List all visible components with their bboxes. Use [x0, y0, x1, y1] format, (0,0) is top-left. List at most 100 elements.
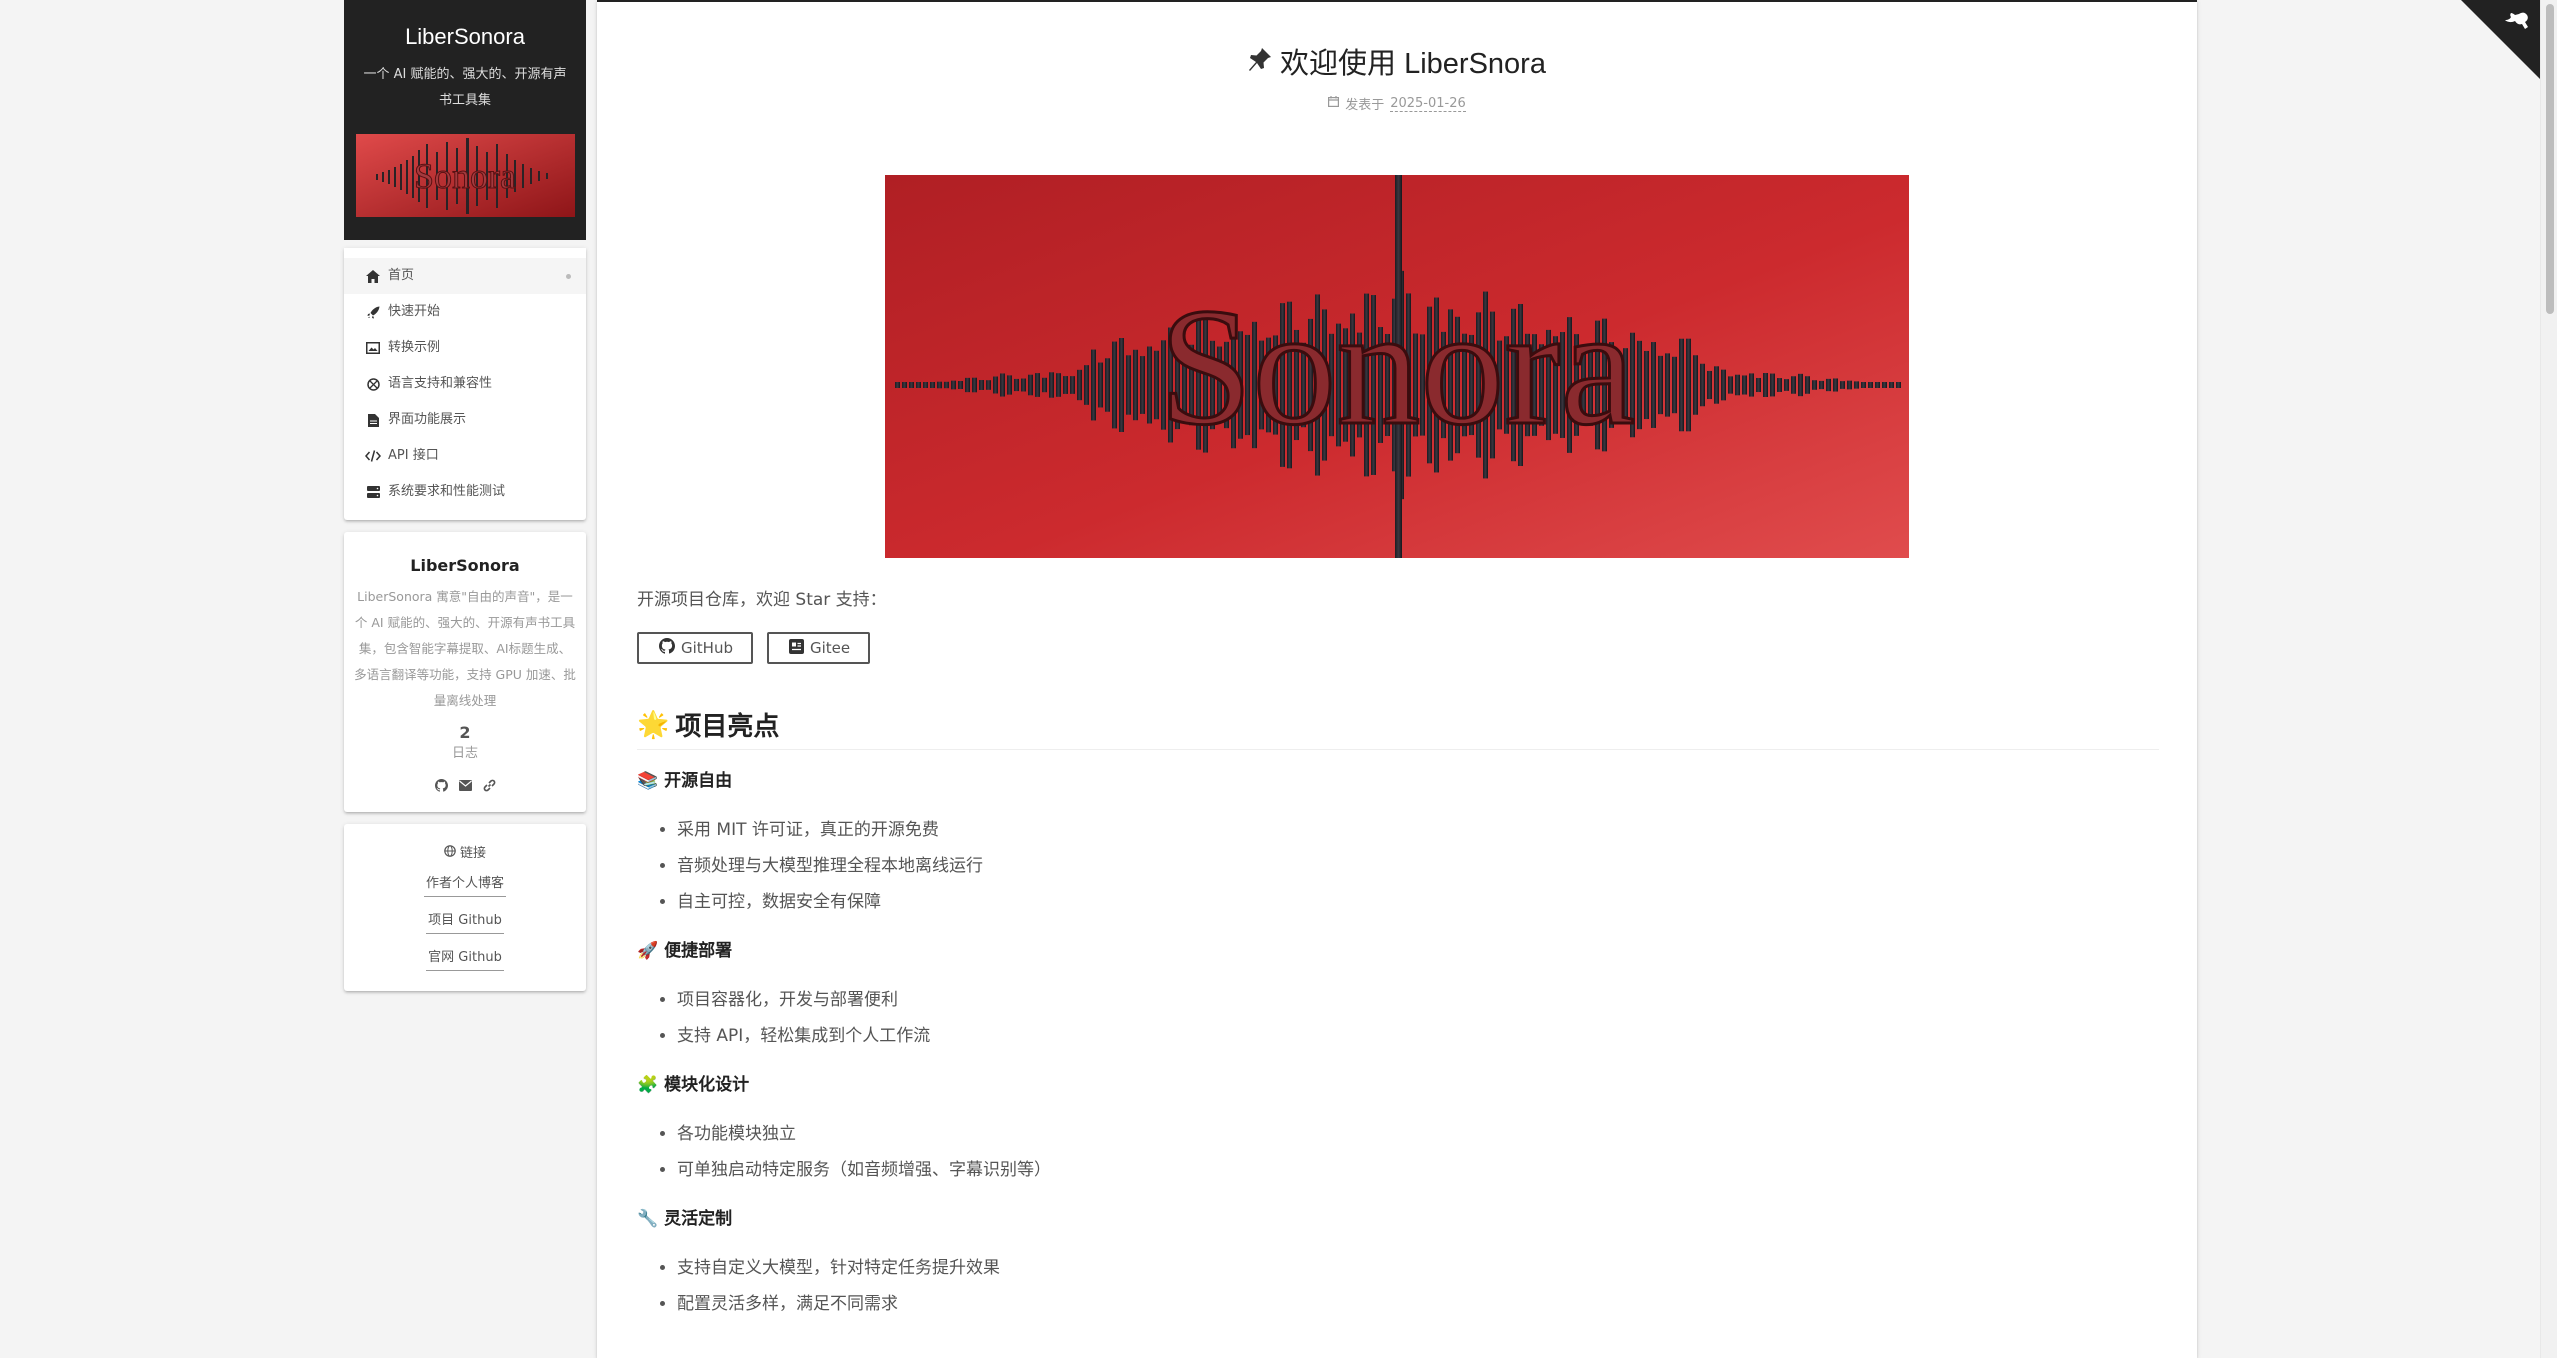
wave-bar: [1028, 374, 1033, 396]
rocket-icon: [364, 305, 382, 319]
wave-bar: [1000, 373, 1005, 397]
site-title[interactable]: LiberSonora: [344, 22, 586, 52]
scrollbar-thumb[interactable]: [2546, 4, 2554, 314]
menu-item-ui-showcase[interactable]: 界面功能展示: [344, 402, 586, 438]
post-body: 开源项目仓库，欢迎 Star 支持： GitHub Gitee 🌟 项目亮点 📚…: [597, 586, 2197, 1322]
wave-bar: [1798, 373, 1803, 397]
main-menu: 首页 快速开始 转换示例 语言支持和兼容性 界面功能展示 API 接口 系统要求…: [344, 248, 586, 520]
wave-bar: [1042, 377, 1047, 393]
post-meta-label: 发表于: [1345, 98, 1385, 113]
wave-bar: [1035, 373, 1040, 397]
menu-item-quick-start[interactable]: 快速开始: [344, 294, 586, 330]
links-title: 链接: [354, 842, 576, 866]
link-project-github[interactable]: 项目 Github: [426, 909, 504, 934]
link-official-github[interactable]: 官网 Github: [426, 946, 504, 971]
globe-icon: [364, 377, 382, 391]
image-icon: [364, 341, 382, 355]
site-brand: LiberSonora 一个 AI 赋能的、强大的、开源有声书工具集 Sonor…: [344, 0, 586, 240]
list-item: 各功能模块独立: [677, 1116, 2159, 1152]
code-icon: [364, 449, 382, 463]
sidebar: LiberSonora 一个 AI 赋能的、强大的、开源有声书工具集 Sonor…: [344, 0, 586, 991]
link-author-blog[interactable]: 作者个人博客: [423, 872, 506, 897]
wave-bar: [1714, 366, 1719, 404]
menu-item-label: 语言支持和兼容性: [388, 376, 493, 391]
menu-item-api[interactable]: API 接口: [344, 438, 586, 474]
gitee-button-label: Gitee: [809, 639, 851, 657]
site-subtitle: 一个 AI 赋能的、强大的、开源有声书工具集: [363, 67, 567, 108]
list-item: 可单独启动特定服务（如音频增强、字幕识别等）: [677, 1152, 2159, 1188]
wave-bar: [1098, 362, 1103, 408]
wave-bar: [1847, 380, 1852, 390]
subsection-heading-text: 灵活定制: [664, 1209, 733, 1229]
wave-bar: [1014, 378, 1019, 392]
wave-bar: [1105, 358, 1110, 412]
gitee-button[interactable]: Gitee: [766, 632, 871, 664]
posts-count[interactable]: 2: [354, 722, 576, 744]
link-icon[interactable]: [482, 778, 496, 792]
globe-icon: [444, 842, 456, 866]
wave-bar: [1784, 379, 1789, 391]
menu-item-languages[interactable]: 语言支持和兼容性: [344, 366, 586, 402]
wave-bar: [958, 381, 963, 389]
list-item: 音频处理与大模型推理全程本地离线运行: [677, 848, 2159, 884]
posts-label[interactable]: 日志: [354, 744, 576, 764]
wave-bar: [1854, 381, 1859, 389]
wave-bar: [1049, 372, 1054, 398]
wave-bar: [1007, 375, 1012, 395]
list-item: 项目容器化，开发与部署便利: [677, 982, 2159, 1018]
wave-bar: [1686, 338, 1691, 432]
list-item: 配置灵活多样，满足不同需求: [677, 1286, 2159, 1322]
wave-bar: [972, 377, 977, 393]
github-icon[interactable]: [434, 778, 448, 792]
post-meta: 发表于 2025-01-26: [597, 94, 2197, 113]
github-button[interactable]: GitHub: [637, 632, 753, 664]
calendar-icon: [1328, 96, 1340, 111]
post-date: 2025-01-26: [1390, 95, 1466, 112]
wave-bar: [1735, 374, 1740, 396]
pin-icon: [1248, 44, 1272, 84]
section-heading-text: 项目亮点: [675, 712, 780, 742]
wave-bar: [1021, 378, 1026, 392]
wave-bar: [1077, 369, 1082, 401]
wave-bar: [923, 382, 928, 388]
post-header: 欢迎使用 LiberSnora 发表于 2025-01-26: [597, 44, 2197, 113]
email-icon[interactable]: [458, 778, 472, 792]
wave-bar: [1777, 378, 1782, 392]
menu-item-system-requirements[interactable]: 系统要求和性能测试: [344, 474, 586, 510]
hero-banner-text: Sonora: [1159, 274, 1635, 460]
wave-bar: [1084, 365, 1089, 405]
sidebar-banner-image: Sonora: [355, 134, 575, 217]
active-indicator: [566, 274, 571, 279]
subsection-heading-text: 开源自由: [664, 771, 733, 791]
wave-bar: [1770, 373, 1775, 397]
wave-bar: [1819, 380, 1824, 390]
wave-bar: [1728, 376, 1733, 394]
menu-item-label: 转换示例: [388, 340, 441, 355]
section-heading-highlights: 🌟 项目亮点: [637, 706, 2159, 750]
post-title[interactable]: 欢迎使用 LiberSnora: [1248, 44, 1546, 84]
bullet-list: 支持自定义大模型，针对特定任务提升效果 配置灵活多样，满足不同需求: [637, 1250, 2159, 1322]
wave-bar: [1112, 341, 1117, 429]
wave-bar: [993, 376, 998, 394]
file-icon: [364, 413, 382, 427]
page-scrollbar[interactable]: [2540, 0, 2557, 1358]
menu-item-home[interactable]: 首页: [344, 258, 586, 294]
wave-bar: [1868, 382, 1873, 388]
bullet-list: 采用 MIT 许可证，真正的开源免费 音频处理与大模型推理全程本地离线运行 自主…: [637, 812, 2159, 920]
bullet-list: 各功能模块独立 可单独启动特定服务（如音频增强、字幕识别等）: [637, 1116, 2159, 1188]
wave-bar: [951, 380, 956, 390]
books-emoji-icon: 📚: [637, 771, 659, 791]
list-item: 支持 API，轻松集成到个人工作流: [677, 1018, 2159, 1054]
github-corner-icon[interactable]: [2461, 0, 2541, 80]
wave-bar: [1672, 356, 1677, 414]
menu-item-label: 首页: [388, 268, 415, 283]
github-icon: [659, 638, 675, 658]
menu-item-examples[interactable]: 转换示例: [344, 330, 586, 366]
blogroll: 链接 作者个人博客 项目 Github 官网 Github: [344, 824, 586, 991]
wave-bar: [1840, 381, 1845, 389]
menu-item-label: 快速开始: [388, 304, 441, 319]
wave-bar: [909, 382, 914, 388]
wave-bar: [944, 381, 949, 389]
wave-bar: [1889, 382, 1894, 388]
subsection-heading-text: 模块化设计: [664, 1075, 750, 1095]
